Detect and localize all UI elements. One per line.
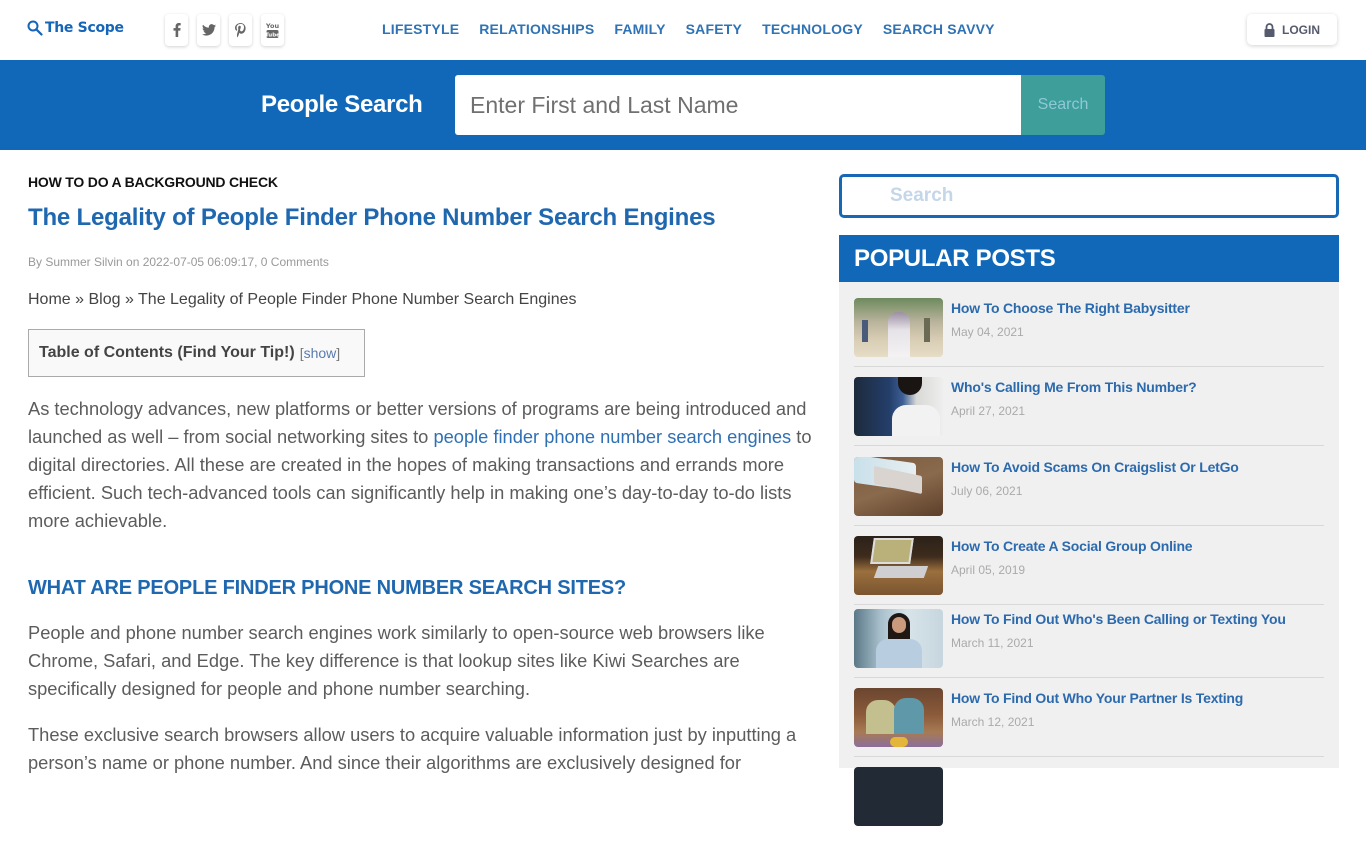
article-title: The Legality of People Finder Phone Numb…: [28, 204, 716, 231]
popular-post[interactable]: [854, 767, 1324, 847]
toc-title: Table of Contents (Find Your Tip!): [39, 344, 295, 361]
people-search-bar: People Search Search: [0, 60, 1366, 150]
breadcrumb-home[interactable]: Home: [28, 291, 71, 308]
popular-post[interactable]: How To Find Out Who's Been Calling or Te…: [854, 609, 1324, 689]
post-thumbnail[interactable]: [854, 298, 943, 357]
divider: [854, 525, 1324, 526]
magnifier-icon: [27, 20, 43, 36]
breadcrumb-blog[interactable]: Blog: [88, 291, 120, 308]
nav-search-savvy[interactable]: SEARCH SAVVY: [883, 21, 995, 37]
post-date: May 04, 2021: [951, 325, 1024, 339]
lock-icon: [1264, 22, 1275, 37]
popular-posts-list: How To Choose The Right Babysitter May 0…: [839, 282, 1339, 826]
svg-text:Tube: Tube: [266, 33, 279, 39]
article-paragraph: As technology advances, new platforms or…: [28, 395, 823, 535]
post-title[interactable]: How To Find Out Who Your Partner Is Text…: [951, 690, 1243, 706]
article-category[interactable]: HOW TO DO A BACKGROUND CHECK: [28, 174, 278, 190]
popular-post[interactable]: Who's Calling Me From This Number? April…: [854, 377, 1324, 457]
breadcrumb-separator: »: [70, 291, 89, 308]
logo-text: The Scope: [45, 20, 124, 36]
twitter-icon[interactable]: [197, 14, 220, 46]
post-thumbnail[interactable]: [854, 457, 943, 516]
main-nav: LIFESTYLE RELATIONSHIPS FAMILY SAFETY TE…: [382, 21, 995, 37]
post-date: April 05, 2019: [951, 563, 1026, 577]
people-search-title: People Search: [261, 91, 423, 118]
popular-post[interactable]: How To Avoid Scams On Craigslist Or LetG…: [854, 457, 1324, 537]
social-links: You Tube: [165, 14, 284, 46]
post-title[interactable]: How To Find Out Who's Been Calling or Te…: [951, 611, 1286, 627]
popular-post[interactable]: How To Create A Social Group Online Apri…: [854, 536, 1324, 616]
post-title[interactable]: How To Avoid Scams On Craigslist Or LetG…: [951, 459, 1239, 475]
post-date: March 12, 2021: [951, 715, 1035, 729]
login-label: LOGIN: [1282, 22, 1320, 37]
top-navigation: The Scope You Tube LIFESTYLE RELATIONSHIP…: [0, 0, 1366, 60]
article-paragraph: These exclusive search browsers allow us…: [28, 724, 797, 773]
section-heading: WHAT ARE PEOPLE FINDER PHONE NUMBER SEAR…: [28, 577, 627, 599]
facebook-icon[interactable]: [165, 14, 188, 46]
popular-post[interactable]: How To Find Out Who Your Partner Is Text…: [854, 688, 1324, 768]
post-thumbnail[interactable]: [854, 609, 943, 668]
post-date: March 11, 2021: [951, 636, 1034, 650]
post-thumbnail[interactable]: [854, 377, 943, 436]
post-thumbnail[interactable]: [854, 767, 943, 826]
people-search-button[interactable]: Search: [1021, 75, 1105, 135]
post-title[interactable]: How To Create A Social Group Online: [951, 538, 1193, 554]
toc-show-link[interactable]: show: [304, 345, 337, 361]
toc-show-toggle[interactable]: [show]: [300, 345, 340, 361]
post-title[interactable]: How To Choose The Right Babysitter: [951, 300, 1190, 316]
people-finder-link[interactable]: people finder phone number search engine…: [433, 426, 791, 447]
nav-lifestyle[interactable]: LIFESTYLE: [382, 21, 459, 37]
youtube-icon[interactable]: You Tube: [261, 14, 284, 46]
nav-technology[interactable]: TECHNOLOGY: [762, 21, 863, 37]
article-byline: By Summer Silvin on 2022-07-05 06:09:17,…: [28, 255, 329, 269]
table-of-contents: Table of Contents (Find Your Tip!) [show…: [28, 329, 365, 377]
post-date: April 27, 2021: [951, 404, 1026, 418]
nav-relationships[interactable]: RELATIONSHIPS: [479, 21, 594, 37]
post-thumbnail[interactable]: [854, 536, 943, 595]
pinterest-icon[interactable]: [229, 14, 252, 46]
divider: [854, 366, 1324, 367]
divider: [854, 677, 1324, 678]
login-button[interactable]: LOGIN: [1247, 14, 1337, 45]
breadcrumb: Home » Blog » The Legality of People Fin…: [28, 291, 577, 309]
sidebar-search-input[interactable]: [839, 174, 1339, 218]
breadcrumb-separator: »: [120, 291, 139, 308]
post-title[interactable]: Who's Calling Me From This Number?: [951, 379, 1197, 395]
divider: [854, 604, 1324, 605]
post-thumbnail[interactable]: [854, 688, 943, 747]
divider: [854, 756, 1324, 757]
nav-safety[interactable]: SAFETY: [686, 21, 742, 37]
name-search-input[interactable]: [455, 75, 1021, 135]
popular-post[interactable]: How To Choose The Right Babysitter May 0…: [854, 298, 1324, 378]
svg-text:You: You: [266, 22, 279, 30]
nav-family[interactable]: FAMILY: [614, 21, 665, 37]
divider: [854, 445, 1324, 446]
post-date: July 06, 2021: [951, 484, 1023, 498]
article-paragraph: People and phone number search engines w…: [28, 622, 765, 699]
popular-posts-heading: POPULAR POSTS: [839, 235, 1339, 282]
site-logo[interactable]: The Scope: [27, 20, 124, 36]
breadcrumb-current: The Legality of People Finder Phone Numb…: [138, 291, 577, 308]
